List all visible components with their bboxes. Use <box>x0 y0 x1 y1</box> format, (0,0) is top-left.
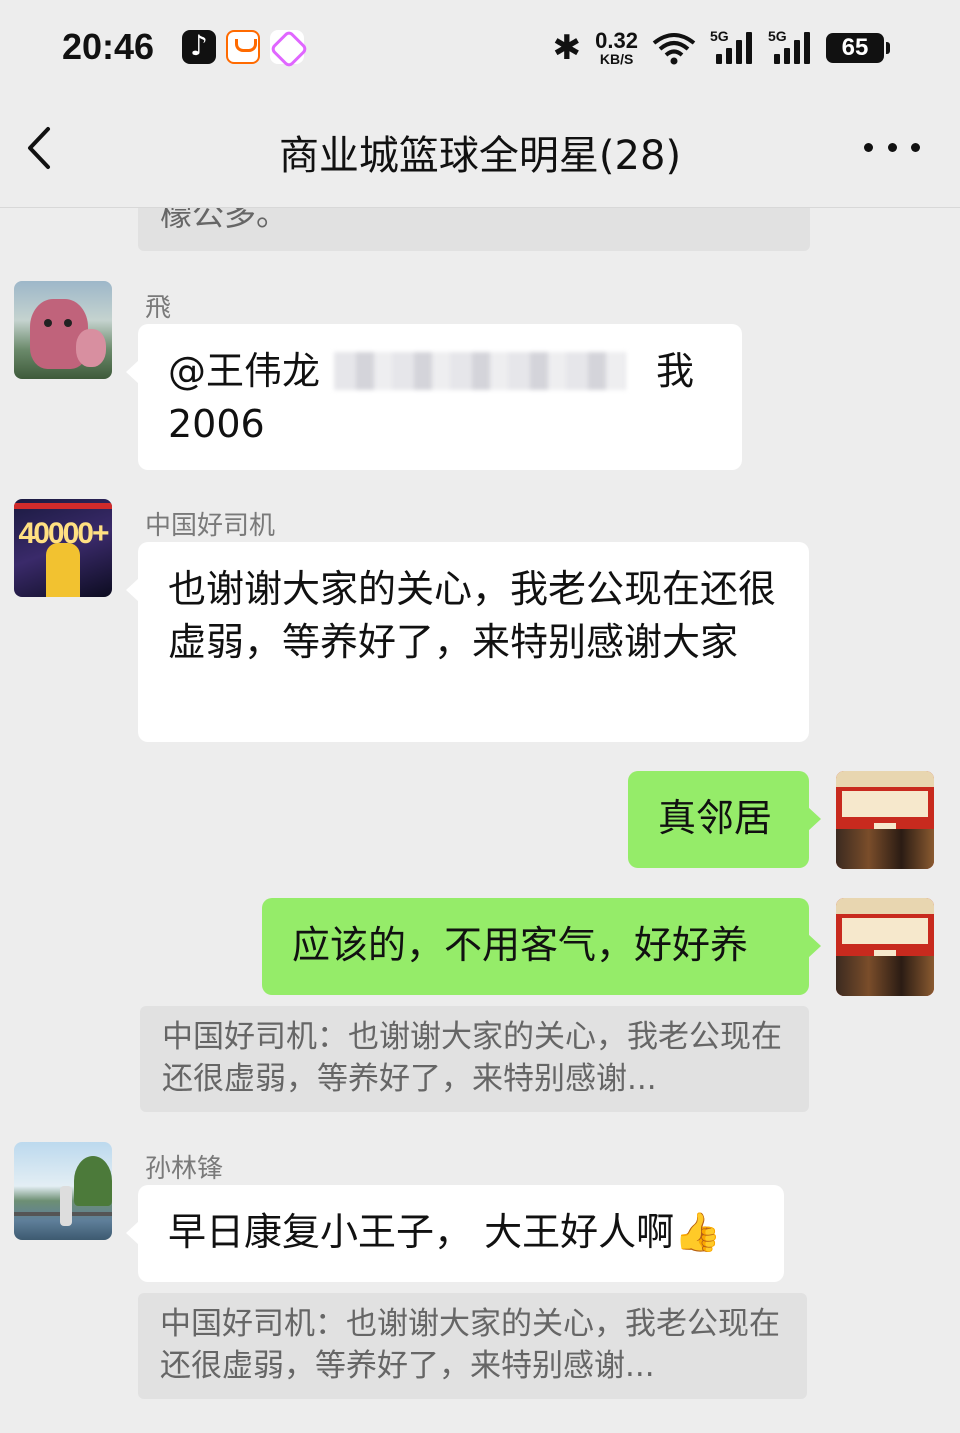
signal-5g-icon: 5G <box>710 28 754 66</box>
status-time: 20:46 <box>62 26 155 67</box>
redacted-blur <box>334 351 627 390</box>
thumbs-up-emoji: 👍 <box>674 1210 722 1254</box>
taobao-icon <box>226 30 260 64</box>
message-text: 2006 <box>168 402 265 446</box>
message-text: 真邻居 <box>658 796 773 840</box>
bluetooth-icon: ✱ <box>552 28 582 68</box>
status-indicators: ✱ 0.32 KB/S 5G 5G 65 <box>552 28 890 68</box>
sender-name: 中国好司机 <box>145 511 276 541</box>
app-icon <box>270 30 304 64</box>
network-speed-unit: KB/S <box>599 51 634 67</box>
avatar[interactable]: 40000+ <box>14 499 112 597</box>
quote-text: 中国好司机：也谢谢大家的关心，我老公现在还很虚弱，等养好了，来特别感谢... <box>162 1019 782 1097</box>
status-bar: 20:46 ✱ 0.32 KB/S 5G 5G 65 <box>0 0 960 95</box>
quoted-message[interactable]: 中国好司机：也谢谢大家的关心，我老公现在还很虚弱，等养好了，来特别感谢... <box>138 1293 807 1399</box>
dot-icon <box>911 142 920 152</box>
avatar[interactable] <box>14 281 112 379</box>
message-text: 我 <box>656 349 695 393</box>
dot-icon <box>864 142 873 152</box>
message-bubble[interactable]: 也谢谢大家的关心，我老公现在还很虚弱，等养好了，来特别感谢大家 <box>126 542 809 742</box>
avatar-text: 40000+ <box>18 517 110 550</box>
chat-message-list[interactable]: 檬公多。 飛 @王伟龙 我 2006 40000+ 中国好司机 也谢谢大家的关心，… <box>0 208 960 1433</box>
message-text: 早日康复小王子， 大王好人啊 <box>168 1210 675 1254</box>
nav-bar: 商业城篮球全明星(28) <box>0 95 960 208</box>
quoted-message[interactable]: 中国好司机：也谢谢大家的关心，我老公现在还很虚弱，等养好了，来特别感谢... <box>140 1006 809 1112</box>
quote-text: 中国好司机：也谢谢大家的关心，我老公现在还很虚弱，等养好了，来特别感谢... <box>160 1306 780 1384</box>
avatar-self[interactable] <box>836 898 934 996</box>
network-speed: 0.32 KB/S <box>595 28 638 67</box>
avatar-self[interactable] <box>836 771 934 869</box>
network-speed-value: 0.32 <box>595 28 638 53</box>
sender-name: 飛 <box>145 293 172 323</box>
avatar[interactable] <box>14 1142 112 1240</box>
quoted-message[interactable]: 檬公多。 <box>138 208 810 251</box>
signal-label: 5G <box>710 28 729 44</box>
battery-indicator: 65 <box>826 33 890 63</box>
mention-text[interactable]: @王伟龙 <box>168 349 320 393</box>
avatar-figure <box>46 543 80 597</box>
signal-label-2: 5G <box>768 28 787 44</box>
dot-icon <box>887 142 897 152</box>
signal-5g-icon-2: 5G <box>768 28 812 66</box>
more-options-button[interactable] <box>864 127 920 167</box>
wifi-icon <box>652 31 696 65</box>
message-bubble-self[interactable]: 真邻居 <box>628 771 821 868</box>
message-bubble[interactable]: 早日康复小王子， 大王好人啊👍 <box>126 1185 784 1282</box>
avatar-bear-shape <box>76 329 106 367</box>
tiktok-icon <box>182 29 216 64</box>
message-line: @王伟龙 我 <box>168 345 712 398</box>
sender-name: 孙林锋 <box>145 1154 224 1184</box>
page-title: 商业城篮球全明星(28) <box>278 133 682 179</box>
message-bubble[interactable]: @王伟龙 我 2006 <box>126 324 742 470</box>
message-text: 也谢谢大家的关心，我老公现在还很虚弱，等养好了，来特别感谢大家 <box>168 567 777 664</box>
message-text: 应该的，不用客气，好好养 <box>292 923 749 967</box>
message-bubble-self[interactable]: 应该的，不用客气，好好养 <box>262 898 821 995</box>
